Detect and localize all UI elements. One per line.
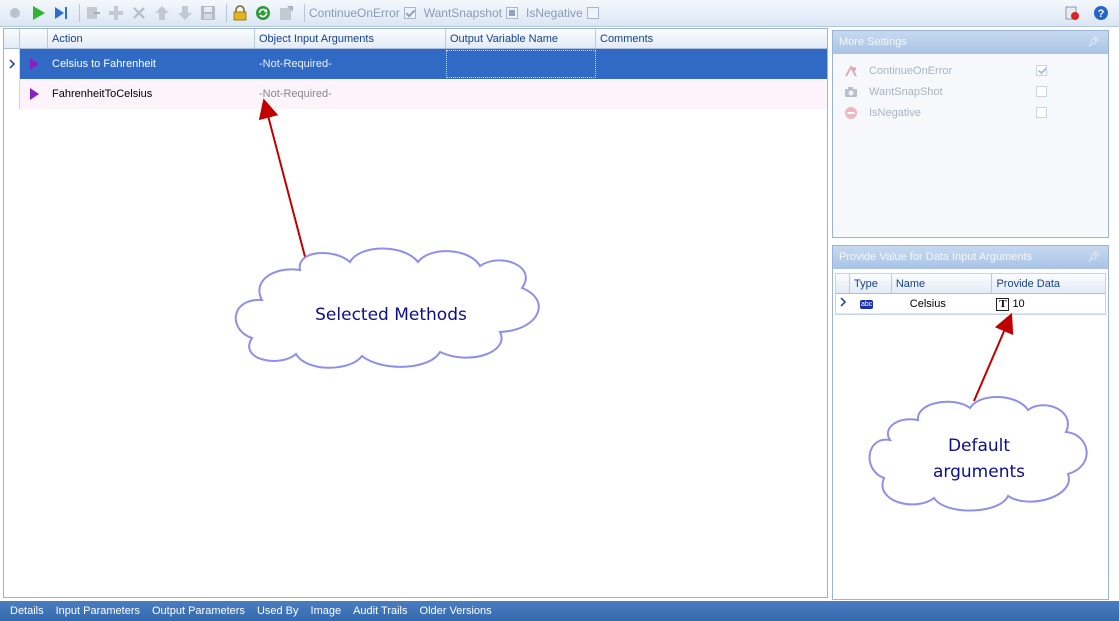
minus-circle-icon: [843, 106, 859, 120]
data-input-table: Type Name Provide Data abc Celsius T 10: [835, 273, 1106, 315]
export-icon[interactable]: [277, 4, 295, 22]
action-cell[interactable]: FahrenheitToCelsius: [48, 79, 255, 109]
continue-on-error-label: ContinueOnError: [309, 6, 400, 20]
is-negative-setting-label: IsNegative: [869, 106, 921, 119]
tab-input-parameters[interactable]: Input Parameters: [56, 605, 140, 617]
is-negative-checkbox[interactable]: [586, 7, 599, 19]
more-settings-panel: More Settings 📌︎ ContinueOnError WantSna…: [832, 30, 1109, 238]
run-to-end-icon[interactable]: [52, 4, 70, 22]
more-settings-title-text: More Settings: [839, 36, 907, 48]
add-icon[interactable]: [107, 4, 125, 22]
pin-icon[interactable]: 📌︎: [1087, 246, 1100, 269]
table-row[interactable]: Celsius to Fahrenheit -Not-Required-: [4, 49, 827, 79]
want-snapshot-checkbox[interactable]: [506, 7, 518, 19]
icon-header: [20, 29, 48, 48]
column-header-name[interactable]: Name: [892, 274, 993, 293]
lock-icon[interactable]: [231, 4, 249, 22]
is-negative-setting-checkbox[interactable]: [1036, 107, 1047, 118]
tools-icon[interactable]: [1063, 4, 1081, 22]
column-header-type[interactable]: Type: [850, 274, 892, 293]
tab-details[interactable]: Details: [10, 605, 44, 617]
data-input-title-text: Provide Value for Data Input Arguments: [839, 251, 1033, 263]
comments-cell[interactable]: [596, 49, 827, 79]
row-selector[interactable]: [4, 79, 20, 109]
arg-row-indicator-header: [836, 274, 850, 293]
provide-data-value[interactable]: 10: [1012, 298, 1024, 310]
more-settings-item-want-snapshot: WantSnapShot: [833, 81, 1108, 102]
continue-on-error-checkbox[interactable]: [403, 7, 416, 19]
string-type-icon: abc: [859, 299, 874, 309]
help-icon[interactable]: ?: [1092, 4, 1110, 22]
action-play-icon: [20, 49, 48, 79]
row-selector-icon[interactable]: [836, 294, 850, 313]
data-input-title: Provide Value for Data Input Arguments 📌…: [833, 246, 1108, 269]
column-header-action[interactable]: Action: [48, 29, 255, 48]
want-snapshot-setting-checkbox[interactable]: [1036, 86, 1047, 97]
actions-grid: Action Object Input Arguments Output Var…: [3, 28, 828, 598]
more-settings-item-continue-on-error: ContinueOnError: [833, 60, 1108, 81]
toolbar-separator: [226, 4, 227, 22]
column-header-object-input[interactable]: Object Input Arguments: [255, 29, 446, 48]
want-snapshot-label: WantSnapshot: [423, 6, 502, 20]
refresh-icon[interactable]: [254, 4, 272, 22]
run-icon[interactable]: [29, 4, 47, 22]
is-negative-label: IsNegative: [526, 6, 583, 20]
data-input-header: Type Name Provide Data: [836, 274, 1105, 294]
column-header-provide-data[interactable]: Provide Data: [992, 274, 1105, 293]
object-input-cell[interactable]: -Not-Required-: [255, 79, 446, 109]
action-cell[interactable]: Celsius to Fahrenheit: [48, 49, 255, 79]
table-row[interactable]: abc Celsius T 10: [836, 294, 1105, 314]
toolbar-right: ?: [1063, 4, 1115, 22]
continue-on-error-setting-checkbox[interactable]: [1036, 65, 1047, 76]
data-input-panel: Provide Value for Data Input Arguments 📌…: [832, 245, 1109, 600]
column-header-comments[interactable]: Comments: [596, 29, 827, 48]
tab-image[interactable]: Image: [311, 605, 342, 617]
output-variable-cell[interactable]: [446, 50, 596, 78]
provide-data-cell[interactable]: T 10: [992, 294, 1105, 313]
continue-on-error-setting-label: ContinueOnError: [869, 64, 953, 77]
output-variable-cell[interactable]: [446, 79, 596, 109]
move-up-icon[interactable]: [153, 4, 171, 22]
want-snapshot-setting-label: WantSnapShot: [869, 85, 943, 98]
record-icon[interactable]: [6, 4, 24, 22]
comments-cell[interactable]: [596, 79, 827, 109]
move-down-icon[interactable]: [176, 4, 194, 22]
bottom-tab-bar: Details Input Parameters Output Paramete…: [0, 601, 1119, 621]
more-settings-title: More Settings 📌︎: [833, 31, 1108, 54]
tab-audit-trails[interactable]: Audit Trails: [353, 605, 407, 617]
type-cell: abc: [850, 294, 892, 313]
svg-text:?: ?: [1098, 8, 1105, 20]
pin-icon[interactable]: 📌︎: [1087, 31, 1100, 54]
row-selector-icon[interactable]: [4, 49, 20, 79]
continue-on-error-icon: [843, 64, 859, 78]
table-row[interactable]: FahrenheitToCelsius -Not-Required-: [4, 79, 827, 109]
column-header-output-variable[interactable]: Output Variable Name: [446, 29, 596, 48]
toolbar-separator: [79, 4, 80, 22]
camera-icon: [843, 85, 859, 99]
insert-icon[interactable]: [84, 4, 102, 22]
toolbar: ContinueOnError WantSnapshot IsNegative …: [0, 0, 1119, 27]
text-type-icon: T: [996, 297, 1010, 311]
name-cell: Celsius: [909, 298, 946, 310]
tab-older-versions[interactable]: Older Versions: [420, 605, 492, 617]
more-settings-item-is-negative: IsNegative: [833, 102, 1108, 123]
row-indicator-header: [4, 29, 20, 48]
save-icon[interactable]: [199, 4, 217, 22]
action-play-icon: [20, 79, 48, 109]
grid-header: Action Object Input Arguments Output Var…: [4, 29, 827, 49]
toolbar-separator: [304, 4, 305, 22]
tab-used-by[interactable]: Used By: [257, 605, 299, 617]
tab-output-parameters[interactable]: Output Parameters: [152, 605, 245, 617]
object-input-cell[interactable]: -Not-Required-: [255, 49, 446, 79]
delete-icon[interactable]: [130, 4, 148, 22]
